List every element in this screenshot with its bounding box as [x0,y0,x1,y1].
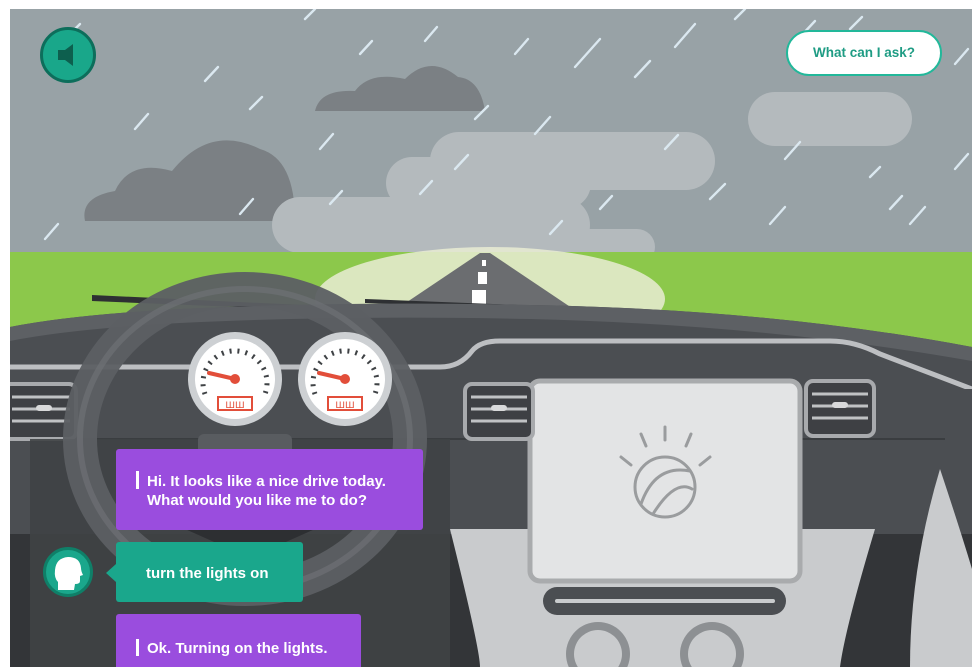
user-message-tail [106,564,116,582]
what-can-i-ask-button[interactable]: What can I ask? [785,30,942,76]
vent-center-right [804,379,876,438]
vent-center-left [463,382,535,441]
gauge-readout-left: ШШ [225,401,244,411]
watson-message: Ok. Turning on the lights. [116,614,361,667]
user-message: turn the lights on [116,542,303,602]
speaker-icon [58,44,73,66]
user-head-icon [54,557,83,590]
speed-gauge-left [188,332,282,426]
message-line: Hi. It looks like a nice drive today. [147,473,386,490]
car-simulator-scene: ШШ ШШ What can I ask? Hi. It looks like … [10,9,972,667]
speed-gauge-right [298,332,392,426]
gauge-readout-right: ШШ [335,401,354,411]
message-line: What would you like me to do? [147,492,367,509]
message-line: Ok. Turning on the lights. [147,640,328,657]
user-avatar [43,547,93,597]
watson-message: Hi. It looks like a nice drive today. Wh… [116,449,423,530]
center-screen [527,378,803,584]
audio-toggle-button[interactable] [40,27,96,83]
